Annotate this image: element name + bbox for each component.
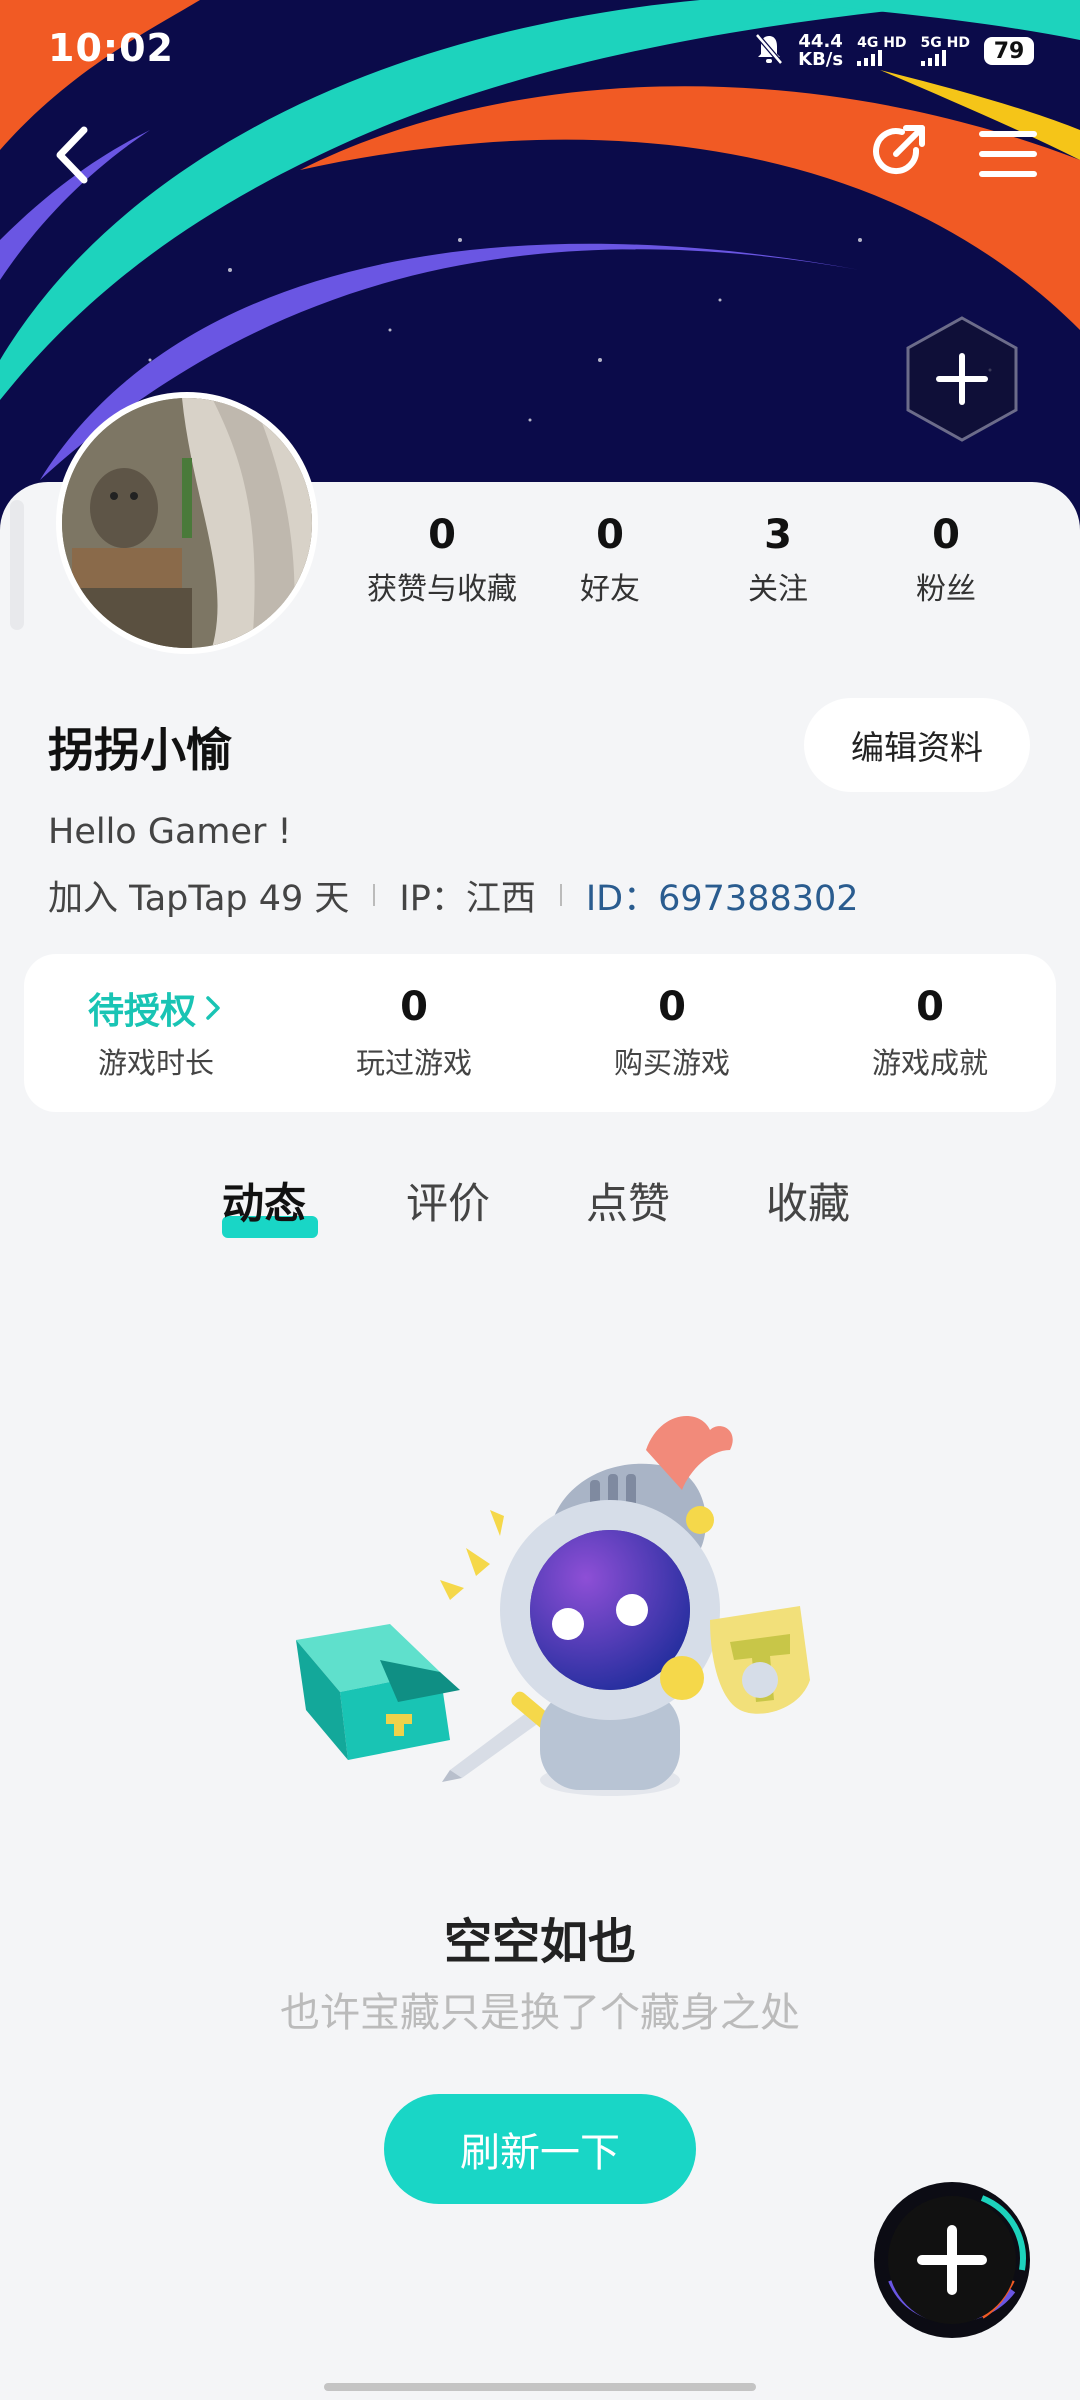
ip-location: IP：江西 [399, 878, 536, 919]
game-stat-label: 游戏时长 [97, 1046, 214, 1080]
network-speed: 44.4 KB/s [798, 33, 843, 69]
sim1-signal: 4G HD [857, 35, 907, 66]
empty-state-title: 空空如也 [443, 1914, 636, 1970]
game-stat-label: 购买游戏 [613, 1046, 730, 1080]
game-stat-label: 游戏成就 [871, 1046, 988, 1080]
signal-bars-icon [920, 50, 970, 66]
bio-text: Hello Gamer ! [48, 812, 292, 852]
add-banner-button[interactable] [904, 314, 1020, 444]
status-icons: 44.4 KB/s 4G HD 5G HD 79 [754, 28, 1034, 74]
profile-meta: 加入 TapTap 49 天 IP：江西 ID：697388302 [48, 870, 859, 920]
sim2-label: 5G HD [920, 35, 970, 51]
bell-off-icon [754, 32, 784, 71]
tab-moments[interactable]: 动态 [222, 1170, 306, 1231]
game-stat-playtime[interactable]: 待授权 游戏时长 [36, 984, 276, 1082]
game-stats-card: 待授权 游戏时长 0 玩过游戏 0 购买游戏 0 游戏成就 [24, 954, 1056, 1112]
signal-bars-icon [857, 50, 906, 66]
battery-indicator: 79 [984, 37, 1034, 65]
game-stat-value: 0 [400, 984, 428, 1030]
username: 拐拐小愉 [48, 723, 232, 777]
chevron-right-icon [206, 996, 220, 1020]
status-time: 10:02 [48, 26, 174, 70]
empty-state-subtitle: 也许宝藏只是换了个藏身之处 [280, 1990, 800, 2036]
scroll-indicator [10, 500, 24, 630]
home-indicator [324, 2383, 756, 2391]
game-stat-value: 0 [916, 984, 944, 1030]
back-arrow-icon [56, 126, 88, 184]
stat-fans[interactable]: 0 粉丝 [846, 512, 1046, 608]
stat-value: 0 [932, 512, 960, 558]
tab-likes[interactable]: 点赞 [586, 1170, 670, 1231]
divider [373, 884, 376, 906]
game-stat-label: 玩过游戏 [355, 1046, 472, 1080]
menu-icon [979, 131, 1037, 177]
menu-button[interactable] [976, 124, 1040, 184]
edit-profile-button[interactable]: 编辑资料 [804, 698, 1030, 792]
join-days: 加入 TapTap 49 天 [48, 878, 350, 919]
sim2-signal: 5G HD [920, 35, 970, 66]
avatar[interactable] [56, 392, 318, 654]
game-stat-played[interactable]: 0 玩过游戏 [294, 984, 534, 1082]
sim1-label: 4G HD [857, 35, 907, 51]
share-icon [873, 125, 925, 175]
tab-reviews[interactable]: 评价 [406, 1170, 490, 1231]
authorize-label: 待授权 [87, 991, 196, 1032]
game-stat-achievements[interactable]: 0 游戏成就 [810, 984, 1050, 1082]
empty-state-illustration [290, 1410, 820, 1810]
user-id[interactable]: ID：697388302 [586, 870, 859, 921]
network-speed-unit: KB/s [798, 49, 844, 70]
divider [559, 884, 562, 906]
tab-favorites[interactable]: 收藏 [766, 1170, 850, 1231]
content-tabs: 动态 评价 点赞 收藏 [0, 1170, 1080, 1260]
add-fab-icon [874, 2182, 1030, 2338]
avatar-image [62, 398, 312, 648]
add-hexagon-icon [906, 316, 1018, 442]
back-button[interactable] [44, 120, 104, 190]
game-stat-purchased[interactable]: 0 购买游戏 [552, 984, 792, 1082]
share-button[interactable] [866, 120, 932, 186]
authorize-link: 待授权 [36, 984, 276, 1032]
stat-label: 粉丝 [916, 572, 976, 607]
status-bar: 10:02 44.4 KB/s 4G HD 5G HD 79 [0, 0, 1080, 100]
refresh-button[interactable]: 刷新一下 [384, 2094, 696, 2204]
game-stat-value: 0 [658, 984, 686, 1030]
create-post-button[interactable] [872, 2180, 1032, 2340]
